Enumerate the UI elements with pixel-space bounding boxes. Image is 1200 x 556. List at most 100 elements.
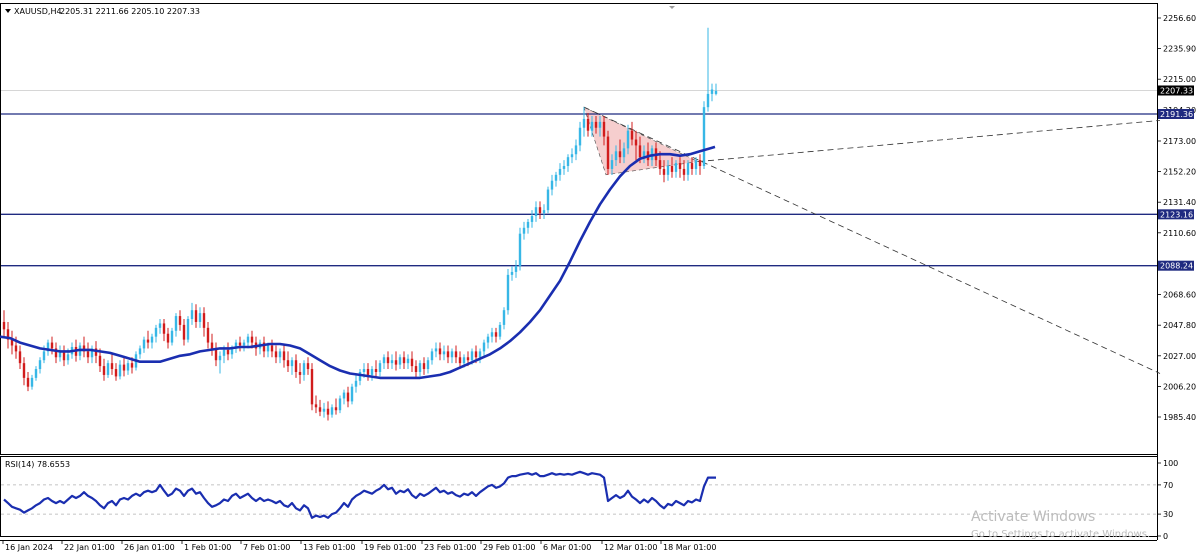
candle (194, 304, 198, 328)
candle-body (106, 363, 110, 375)
candle (62, 345, 66, 367)
candle-body (414, 366, 418, 372)
candle (82, 336, 86, 358)
candle (106, 360, 110, 378)
trading-chart[interactable]: 2256.602235.902215.002194.202173.002152.… (0, 0, 1200, 556)
candle (434, 342, 438, 358)
candle-body (706, 93, 710, 108)
time-axis: 16 Jan 2024 22 Jan 01:00 26 Jan 01:00 1 Feb… (2, 540, 716, 552)
candle-body (702, 107, 706, 167)
candle (578, 121, 582, 152)
candle-body (574, 145, 578, 155)
candle-body (382, 357, 386, 364)
candle (166, 327, 170, 349)
moving-average-line[interactable] (0, 145, 716, 380)
price-axis-label: 2027.00 (1163, 352, 1196, 361)
candle-body (334, 407, 338, 411)
candle-body (470, 351, 474, 361)
chevron-down-icon[interactable] (5, 9, 11, 13)
candle-body (222, 349, 226, 356)
candle-body (310, 369, 314, 405)
candle (374, 360, 378, 378)
candle (310, 363, 314, 411)
candle-body (510, 271, 514, 275)
candle-body (390, 360, 394, 364)
candle-body (302, 363, 306, 375)
candle (522, 221, 526, 240)
rsi-line[interactable] (3, 470, 716, 519)
candle-body (466, 357, 470, 361)
candle-body (174, 316, 178, 331)
candle-body (674, 163, 678, 172)
candle-body (358, 371, 362, 381)
candle (30, 374, 34, 390)
candle (50, 336, 54, 355)
candle (406, 354, 410, 370)
candle-body (18, 351, 22, 364)
time-axis-label: 12 Mar 01:00 (604, 543, 657, 552)
candle-body (474, 351, 478, 358)
candle-body (338, 398, 342, 411)
candle-body (330, 407, 334, 415)
candle (262, 336, 266, 358)
candle (694, 157, 698, 175)
candle-body (438, 348, 442, 355)
chart-canvas[interactable]: 2256.602235.902215.002194.202173.002152.… (0, 0, 1200, 556)
candle-body (690, 163, 694, 169)
candle (550, 174, 554, 196)
symbol-label: XAUUSD,H4 (14, 7, 62, 16)
candle (710, 83, 714, 102)
candle (454, 345, 458, 364)
candle (490, 327, 494, 343)
trendline[interactable] (583, 106, 1161, 374)
candle (102, 358, 106, 381)
candle-body (170, 330, 174, 343)
candle (286, 351, 290, 372)
candle (162, 319, 166, 342)
candle (494, 327, 498, 343)
candle-body (534, 207, 538, 217)
rsi-axis-label: 100 (1163, 459, 1178, 468)
candle (382, 354, 386, 370)
candle (226, 342, 230, 361)
candle-body (478, 351, 482, 358)
candle-body (30, 377, 34, 387)
candle-body (42, 351, 46, 361)
candle (86, 342, 90, 364)
candle (398, 354, 402, 370)
candle-body (590, 121, 594, 131)
candle-body (202, 313, 206, 328)
level-price-label: 2191.36 (1160, 110, 1193, 119)
time-axis-label: 1 Feb 01:00 (184, 543, 231, 552)
candle (142, 336, 146, 353)
time-axis-label: 26 Jan 01:00 (124, 543, 175, 552)
candle-body (318, 407, 322, 412)
candle (538, 201, 542, 219)
candle-body (162, 323, 166, 334)
candle-body (634, 139, 638, 146)
candle-body (342, 392, 346, 399)
candle (198, 307, 202, 328)
candle (22, 357, 26, 386)
candle-body (266, 345, 270, 352)
candle-body (374, 369, 378, 372)
candle-body (422, 363, 426, 370)
rsi-axis-label: 30 (1163, 510, 1173, 519)
candle (554, 171, 558, 187)
candle-body (682, 168, 686, 175)
candle (402, 351, 406, 370)
candle (386, 351, 390, 370)
price-axis-label: 2068.60 (1163, 291, 1196, 300)
candle (370, 366, 374, 381)
price-axis-label: 2047.80 (1163, 321, 1196, 330)
candle-body (434, 348, 438, 352)
candle-body (714, 90, 718, 94)
candle-body (50, 342, 54, 349)
candle-body (22, 363, 26, 378)
trendline[interactable] (697, 119, 1161, 162)
candle (546, 186, 550, 214)
time-axis-label: 29 Feb 01:00 (483, 543, 535, 552)
candle-body (514, 266, 518, 272)
candle-body (582, 118, 586, 128)
candle-body (614, 151, 618, 161)
